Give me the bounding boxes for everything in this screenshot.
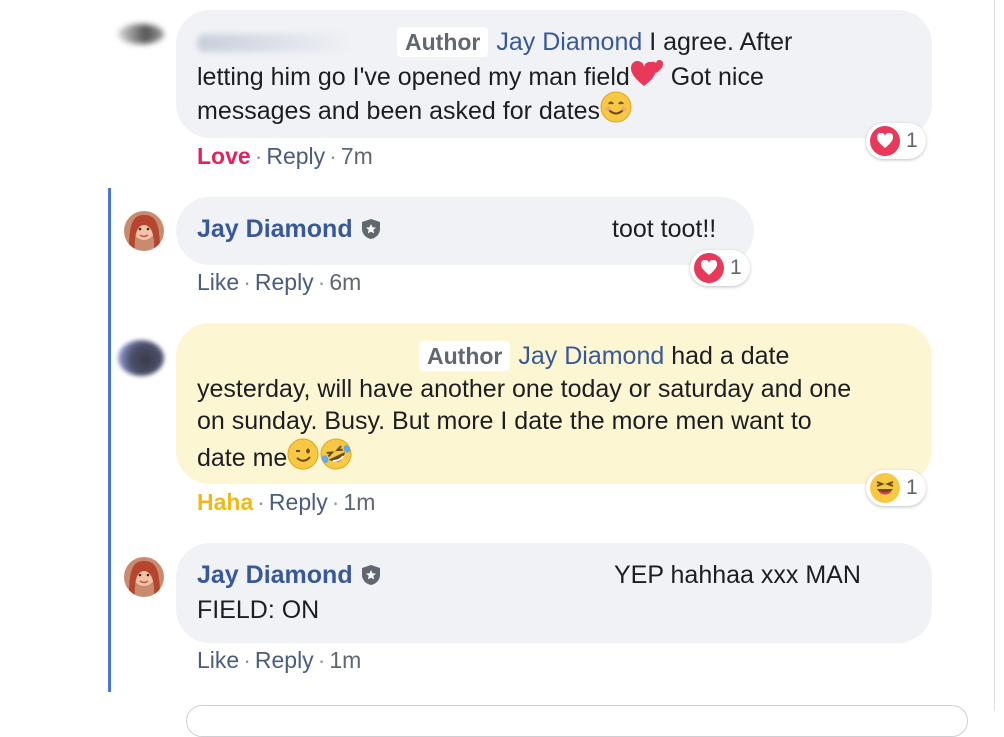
comment-1-line-3: messages and been asked for dates: [197, 91, 632, 132]
reply-button[interactable]: Reply: [269, 489, 328, 515]
timestamp[interactable]: 1m: [329, 647, 361, 673]
comment-3-actions: Haha · Reply · 1m: [197, 489, 376, 515]
comment-2-actions: Like · Reply · 6m: [197, 269, 362, 295]
comment-1-actions: Love · Reply · 7m: [197, 143, 373, 169]
like-button[interactable]: Like: [197, 647, 239, 673]
like-button[interactable]: Like: [197, 269, 239, 295]
rolling-laughing-icon: [319, 438, 353, 479]
comment-2-body: toot toot!!: [612, 215, 717, 243]
timestamp[interactable]: 7m: [341, 143, 373, 169]
reply-thread-line: [108, 188, 111, 692]
mention-link[interactable]: Jay Diamond: [496, 28, 642, 56]
two-hearts-icon: [630, 59, 664, 98]
reply-button[interactable]: Reply: [266, 143, 325, 169]
comment-4-line-1: Jay Diamond: [197, 559, 381, 592]
avatar[interactable]: [124, 557, 164, 597]
comment-1-line-1: Author Jay Diamond I agree. After: [197, 26, 792, 59]
smiling-face-icon: [600, 91, 632, 132]
author-badge: Author: [419, 341, 511, 371]
comment-3-line-2: yesterday, will have another one today o…: [197, 375, 852, 403]
heart-icon: [694, 253, 724, 283]
heart-icon: [870, 126, 900, 156]
author-badge: Author: [397, 27, 489, 57]
page-edge: [994, 0, 995, 711]
comment-3-line-4: date me: [197, 438, 353, 479]
reaction-count: 1: [906, 129, 918, 152]
reaction-count-badge[interactable]: 1: [866, 470, 926, 506]
shield-star-icon: [361, 562, 381, 585]
comment-bubble-4: [176, 543, 932, 643]
comment-4-actions: Like · Reply · 1m: [197, 647, 362, 673]
comment-4-body-line-2: FIELD: ON: [197, 596, 320, 624]
blurred-commenter-name[interactable]: [197, 34, 347, 53]
reply-button[interactable]: Reply: [255, 647, 314, 673]
avatar[interactable]: [118, 24, 164, 44]
comment-3-line-3: on sunday. Busy. But more I date the mor…: [197, 407, 812, 435]
reply-input-box[interactable]: [186, 705, 968, 737]
winking-face-icon: [287, 438, 319, 479]
haha-reaction-button[interactable]: Haha: [197, 489, 253, 515]
avatar[interactable]: [118, 340, 164, 376]
comment-3-line-1: Author Jay Diamond had a date: [197, 340, 789, 373]
love-reaction-button[interactable]: Love: [197, 143, 251, 169]
commenter-name[interactable]: Jay Diamond: [197, 561, 353, 589]
shield-star-icon: [361, 216, 381, 239]
reaction-count-badge[interactable]: 1: [866, 123, 926, 159]
reaction-count: 1: [906, 476, 918, 499]
comment-2-line-1: Jay Diamond: [197, 213, 381, 246]
comment-4-body-line-1: YEP hahhaa xxx MAN: [614, 561, 861, 589]
commenter-name[interactable]: Jay Diamond: [197, 215, 353, 243]
reaction-count: 1: [730, 256, 742, 279]
mention-link[interactable]: Jay Diamond: [518, 342, 664, 370]
reply-button[interactable]: Reply: [255, 269, 314, 295]
avatar[interactable]: [124, 211, 164, 251]
reaction-count-badge[interactable]: 1: [690, 250, 750, 286]
timestamp[interactable]: 6m: [329, 269, 361, 295]
timestamp[interactable]: 1m: [343, 489, 375, 515]
laughing-face-icon: [870, 473, 900, 503]
